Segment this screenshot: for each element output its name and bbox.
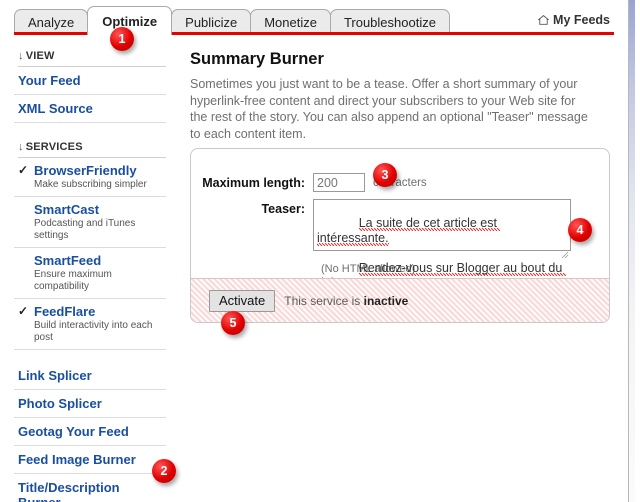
home-icon — [538, 15, 550, 25]
my-feeds-label: My Feeds — [553, 13, 610, 27]
sidebar-item-your-feed-label: Your Feed — [18, 73, 81, 88]
sidebar-item-photo-splicer[interactable]: Photo Splicer — [14, 390, 166, 418]
window-edge-strip — [628, 0, 640, 502]
teaser-row: Teaser: La suite de cet article est inté… — [191, 199, 609, 321]
tab-analyze-label: Analyze — [28, 15, 75, 30]
sidebar-item-browserfriendly-label: BrowserFriendly — [34, 163, 137, 178]
sidebar-item-geotag-your-feed[interactable]: Geotag Your Feed — [14, 418, 166, 446]
window-edge-inner — [635, 0, 640, 502]
sidebar-item-xml-source[interactable]: XML Source — [14, 95, 166, 123]
no-html-note: (No HTML allowed) — [321, 263, 416, 275]
check-icon: ✓ — [18, 163, 29, 177]
sidebar-section-view: ↓ VIEW — [18, 50, 166, 67]
sidebar-item-smartcast-label: SmartCast — [34, 202, 100, 217]
sidebar: ↓ VIEW Your Feed XML Source ↓ SERVICES ✓ B… — [0, 44, 175, 502]
maximum-length-field[interactable] — [313, 173, 365, 192]
activate-button[interactable]: Activate — [209, 289, 276, 312]
service-status-bar: Activate This service is inactive — [191, 278, 609, 322]
sidebar-item-feedflare-label: FeedFlare — [34, 304, 96, 319]
sidebar-item-your-feed[interactable]: Your Feed — [14, 67, 166, 95]
services-section-arrow: ↓ — [18, 141, 24, 153]
tab-publicize-label: Publicize — [185, 15, 238, 30]
teaser-label: Teaser: — [261, 202, 305, 216]
teaser-wrap: La suite de cet article est intéressante… — [313, 199, 571, 321]
summary-burner-panel: Maximum length: characters Teaser: La su… — [190, 148, 610, 323]
sidebar-item-link-splicer-label: Link Splicer — [18, 368, 92, 383]
tab-troubleshootize-label: Troubleshootize — [343, 15, 436, 30]
view-nav-list: Your Feed XML Source — [0, 67, 175, 123]
tab-list: Analyze Optimize Publicize Monetize Trou… — [14, 6, 450, 35]
callout-badge-4: 4 — [568, 218, 592, 242]
settings-form: Maximum length: characters Teaser: La su… — [191, 149, 609, 321]
sidebar-item-smartcast[interactable]: SmartCast Podcasting and iTunes settings — [14, 197, 166, 248]
burner-nav-list: Link Splicer Photo Splicer Geotag Your F… — [0, 362, 175, 502]
sidebar-item-smartfeed-label: SmartFeed — [34, 253, 102, 268]
services-nav-list: ✓ BrowserFriendly Make subscribing simpl… — [0, 158, 175, 350]
callout-badge-1: 1 — [110, 27, 134, 51]
sidebar-item-browserfriendly[interactable]: ✓ BrowserFriendly Make subscribing simpl… — [14, 158, 166, 197]
status-prefix: This service is — [284, 293, 364, 308]
tab-monetize-label: Monetize — [264, 15, 317, 30]
sidebar-item-link-splicer[interactable]: Link Splicer — [14, 362, 166, 390]
services-section-title: SERVICES — [25, 141, 83, 153]
sidebar-item-feedflare-sub: Build interactivity into each post — [34, 320, 153, 343]
callout-badge-2: 2 — [152, 459, 176, 483]
sidebar-item-smartfeed-sub: Ensure maximum compatibility — [34, 269, 112, 292]
page-description: Sometimes you just want to be a tease. O… — [190, 77, 588, 141]
teaser-textarea[interactable] — [313, 199, 571, 251]
sidebar-item-feedflare[interactable]: ✓ FeedFlare Build interactivity into eac… — [14, 299, 166, 350]
sidebar-item-feed-image-burner-label: Feed Image Burner — [18, 452, 136, 467]
tab-optimize-label: Optimize — [102, 13, 158, 29]
callout-badge-3: 3 — [373, 163, 397, 187]
sidebar-item-smartcast-sub: Podcasting and iTunes settings — [34, 218, 136, 241]
sidebar-item-smartfeed[interactable]: SmartFeed Ensure maximum compatibility — [14, 248, 166, 299]
page-title: Summary Burner — [190, 50, 324, 68]
sidebar-item-geotag-your-feed-label: Geotag Your Feed — [18, 424, 129, 439]
sidebar-section-services: ↓ SERVICES — [18, 141, 166, 158]
sidebar-item-title-description-burner-label: Title/Description Burner — [18, 480, 120, 502]
feedburner-page: Analyze Optimize Publicize Monetize Trou… — [0, 0, 640, 502]
callout-badge-5: 5 — [221, 311, 245, 335]
main-tabbar: Analyze Optimize Publicize Monetize Trou… — [0, 0, 628, 36]
maximum-length-row: Maximum length: characters — [191, 173, 609, 192]
status-badge: This service is inactive — [284, 294, 408, 308]
sidebar-item-xml-source-label: XML Source — [18, 101, 93, 116]
sidebar-item-title-description-burner[interactable]: Title/Description Burner — [14, 474, 166, 502]
view-section-title: VIEW — [25, 50, 55, 62]
main-content: Summary Burner Sometimes you just want t… — [190, 50, 610, 142]
maximum-length-label: Maximum length: — [202, 176, 305, 190]
sidebar-item-feed-image-burner[interactable]: Feed Image Burner — [14, 446, 166, 474]
sidebar-item-photo-splicer-label: Photo Splicer — [18, 396, 102, 411]
sidebar-item-browserfriendly-sub: Make subscribing simpler — [34, 179, 147, 190]
my-feeds-link[interactable]: My Feeds — [538, 13, 610, 27]
check-icon: ✓ — [18, 304, 29, 318]
status-state: inactive — [363, 293, 409, 308]
view-section-arrow: ↓ — [18, 50, 24, 62]
